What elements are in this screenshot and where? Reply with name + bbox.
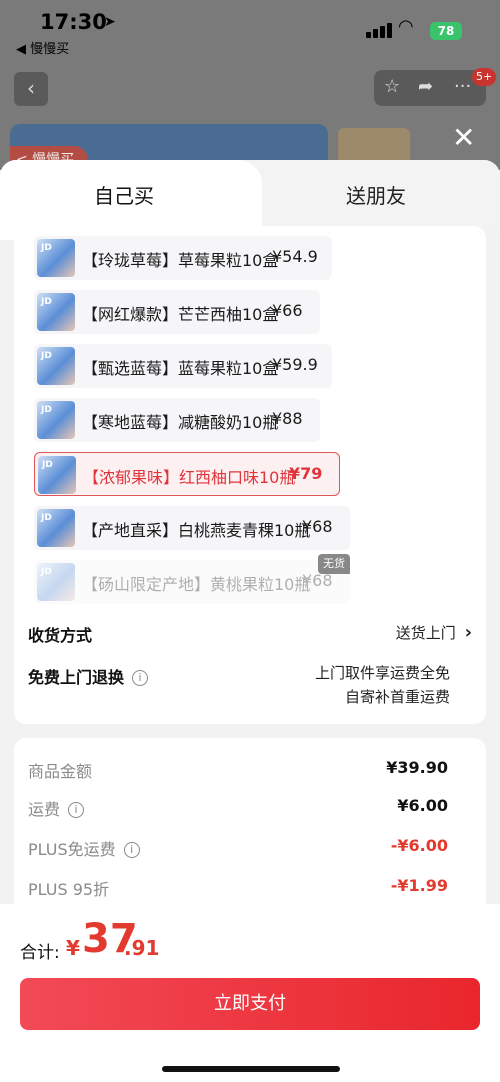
sku-thumbnail: JD xyxy=(37,563,75,601)
sku-thumbnail: JD xyxy=(37,347,75,385)
back-to-app-link[interactable]: ◀ 慢慢买 xyxy=(16,38,69,57)
sku-price: ¥88 xyxy=(272,409,303,428)
sku-name: 【浓郁果味】红西柚口味10瓶 xyxy=(83,468,296,487)
sku-price: ¥54.9 xyxy=(272,247,318,266)
cellular-signal-icon xyxy=(366,22,392,38)
free-return-label: 免费上门退换 xyxy=(28,668,125,687)
sku-price: ¥59.9 xyxy=(272,355,318,374)
fee-row-plus-shipping: PLUS免运费 i xyxy=(28,836,140,860)
close-icon[interactable]: ✕ xyxy=(452,124,475,152)
location-arrow-icon: ➤ xyxy=(104,14,116,30)
sku-name: 【产地直采】白桃燕麦青稞10瓶 xyxy=(82,521,311,540)
battery-indicator: 78 xyxy=(430,22,462,40)
sku-name: 【甄选蓝莓】蓝莓果粒10盒 xyxy=(82,359,279,378)
info-icon[interactable]: i xyxy=(132,670,149,686)
delivery-method-selector[interactable]: 送货上门 › xyxy=(396,622,472,643)
sku-thumbnail: JD xyxy=(37,401,75,439)
fee-label: 商品金额 xyxy=(28,762,93,781)
fee-value: -¥6.00 xyxy=(390,836,448,855)
fee-value: -¥1.99 xyxy=(390,876,448,895)
sold-out-badge: 无货 xyxy=(318,554,350,574)
wifi-icon: ◠ xyxy=(398,16,414,37)
checkout-bar: 合计: ¥ 37 .91 立即支付 xyxy=(0,904,500,1082)
sku-option[interactable]: JD 【网红爆款】芒芒西柚10盒 ¥66 xyxy=(34,290,320,334)
delivery-method-label: 收货方式 xyxy=(28,626,93,645)
sku-thumbnail: JD xyxy=(37,293,75,331)
info-icon[interactable]: i xyxy=(68,802,85,818)
back-button[interactable]: ‹ xyxy=(14,72,48,106)
sku-name: 【寒地蓝莓】减糖酸奶10瓶 xyxy=(82,413,279,432)
delivery-method-value: 送货上门 xyxy=(395,624,456,642)
home-indicator xyxy=(162,1066,340,1072)
chevron-right-icon: › xyxy=(464,622,472,643)
star-icon[interactable]: ☆ xyxy=(384,76,400,97)
total-currency: ¥ xyxy=(66,936,80,960)
sku-price: ¥66 xyxy=(272,301,303,320)
info-icon[interactable]: i xyxy=(123,842,140,858)
sku-option[interactable]: JD 【玲珑草莓】草莓果粒10盒 ¥54.9 xyxy=(34,236,332,280)
sku-thumbnail: JD xyxy=(37,509,75,547)
sku-thumbnail: JD xyxy=(38,456,76,494)
message-badge: 5+ xyxy=(472,68,497,86)
fee-label: PLUS 95折 xyxy=(28,880,110,899)
total-label: 合计: xyxy=(20,943,60,963)
fee-value: ¥39.90 xyxy=(386,758,448,777)
sku-thumbnail: JD xyxy=(37,239,75,277)
tab-bar: 自己买 送朋友 xyxy=(0,160,500,240)
background-page: 17:30 ➤ ◀ 慢慢买 ◠ 78 ‹ ☆ ➦ ··· 5+ < 慢慢买 ✕ xyxy=(0,0,500,170)
fee-label: PLUS免运费 xyxy=(28,840,116,859)
fee-label: 运费 xyxy=(28,800,61,819)
nav-actions: ☆ ➦ ··· xyxy=(374,70,486,106)
options-card: JD 【玲珑草莓】草莓果粒10盒 ¥54.9 JD 【网红爆款】芒芒西柚10盒 … xyxy=(14,226,486,724)
sku-name: 【网红爆款】芒芒西柚10盒 xyxy=(82,305,279,324)
status-bar: 17:30 ➤ ◀ 慢慢买 ◠ 78 xyxy=(0,0,500,60)
free-return-line2: 自寄补首重运费 xyxy=(344,688,450,706)
pay-now-button[interactable]: 立即支付 xyxy=(20,978,480,1030)
sku-option[interactable]: JD 【寒地蓝莓】减糖酸奶10瓶 ¥88 xyxy=(34,398,320,442)
more-icon[interactable]: ··· xyxy=(454,76,471,97)
total-decimal: .91 xyxy=(124,936,160,960)
fee-value: ¥6.00 xyxy=(397,796,448,815)
status-time: 17:30 xyxy=(40,10,107,34)
sku-option[interactable]: JD 【产地直采】白桃燕麦青稞10瓶 ¥68 xyxy=(34,506,350,550)
sku-price: ¥79 xyxy=(289,464,323,483)
tab-buy-self[interactable]: 自己买 xyxy=(94,180,154,209)
free-return-row: 免费上门退换 i xyxy=(28,664,149,688)
tab-gift-friend[interactable]: 送朋友 xyxy=(346,180,406,209)
sku-option-selected[interactable]: JD 【浓郁果味】红西柚口味10瓶 ¥79 xyxy=(34,452,340,496)
sku-price: ¥68 xyxy=(302,517,333,536)
fee-row-shipping: 运费 i xyxy=(28,796,85,820)
sku-option[interactable]: JD 【甄选蓝莓】蓝莓果粒10盒 ¥59.9 xyxy=(34,344,332,388)
free-return-line1: 上门取件享运费全免 xyxy=(314,664,450,682)
sku-name: 【砀山限定产地】黄桃果粒10瓶 xyxy=(82,575,311,594)
share-icon[interactable]: ➦ xyxy=(418,76,433,97)
sku-name: 【玲珑草莓】草莓果粒10盒 xyxy=(82,251,279,270)
sku-option-disabled[interactable]: JD 【砀山限定产地】黄桃果粒10瓶 ¥68 xyxy=(34,560,350,604)
